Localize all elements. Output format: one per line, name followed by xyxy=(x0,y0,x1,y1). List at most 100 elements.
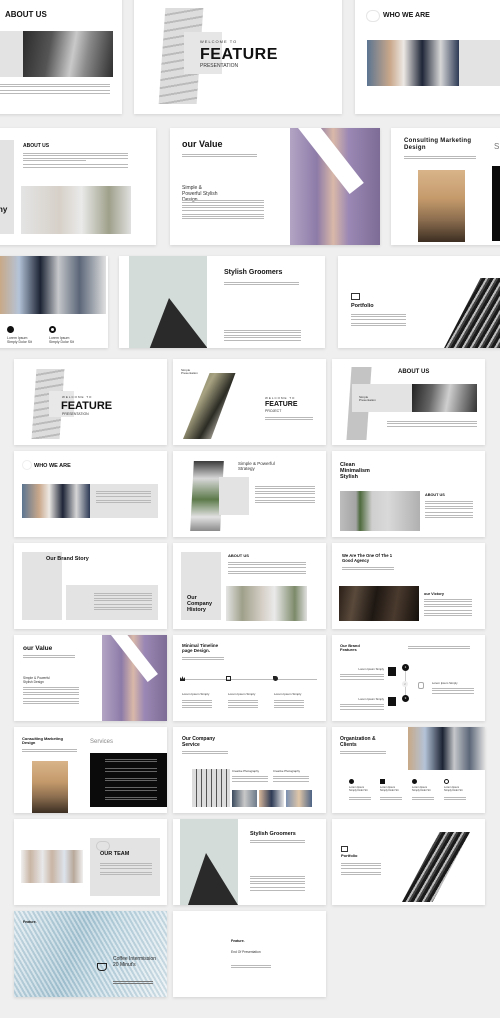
timeline-item-text xyxy=(228,700,258,710)
timeline-item-title: Lorem Ipsum Simply xyxy=(228,692,256,696)
slide-end-of-presentation[interactable]: Feature. End Of Presentation xyxy=(173,911,326,997)
timeline-item-title: Lorem Ipsum Simply xyxy=(182,692,210,696)
slide-title: Our Brand Features xyxy=(340,643,360,653)
slide-organization-clients[interactable]: Organization & Clients Lorem Ipsum Simpl… xyxy=(332,727,485,813)
fan-icon xyxy=(349,779,354,784)
service-title: Creative Photography xyxy=(232,769,260,773)
crown-icon xyxy=(180,676,185,681)
slide-title: Our Company History xyxy=(187,595,213,614)
slide-our-team[interactable]: OUR TEAM xyxy=(14,819,167,905)
brand-label: Feature. xyxy=(231,939,245,943)
slide-brand-story[interactable]: Our Brand Story xyxy=(14,543,167,629)
slide-consulting-marketing[interactable]: Consulting Marketing Design S xyxy=(391,128,500,245)
slide-about-us-company[interactable]: ny ABOUT US xyxy=(0,128,156,245)
slide-subtitle: ABOUT US xyxy=(228,553,249,558)
slide-feature-welcome-top[interactable]: WELCOME TO FEATURE PRESENTATION xyxy=(134,0,342,114)
template-preview-canvas: ABOUT US WELCOME TO FEATURE PRESENTATION… xyxy=(0,0,500,1018)
business-meeting-photo xyxy=(408,727,485,770)
gray-panel xyxy=(0,140,14,234)
slide-clean-minimalism[interactable]: Clean Minimalism Stylish ABOUT US xyxy=(332,451,485,537)
skyscraper-photo xyxy=(129,256,207,348)
slide-portfolio-top[interactable]: Portfolio xyxy=(338,256,500,348)
tag-label: Simple Presentation xyxy=(181,368,198,376)
project-label: PROJECT xyxy=(265,409,282,413)
cloud-icon xyxy=(96,841,110,851)
body-text xyxy=(224,330,301,342)
slide-about-us-top[interactable]: ABOUT US xyxy=(0,0,122,114)
slide-title: Our Brand Story xyxy=(46,556,89,562)
slide-portfolio[interactable]: Portfolio xyxy=(332,819,485,905)
end-title: End Of Presentation xyxy=(231,950,261,954)
slide-stylish-groomers-top[interactable]: Stylish Groomers xyxy=(119,256,325,348)
slide-title: Simple & Powerful Strategy xyxy=(238,461,275,472)
body-text xyxy=(231,965,271,970)
calendar-icon xyxy=(226,676,231,681)
meeting-photo xyxy=(22,484,90,518)
service-text xyxy=(273,776,309,783)
slide-title: Portfolio xyxy=(341,853,358,858)
timeline-line xyxy=(182,679,317,680)
woman-portrait-photo xyxy=(23,31,113,77)
slide-title: Minimal Timeline page Design. xyxy=(182,643,219,653)
slide-title: Stylish Groomers xyxy=(224,269,283,276)
client-label: Lorem Ipsum Simply Dolor Sit xyxy=(7,336,32,345)
step-badge: 3 xyxy=(402,695,409,702)
slide-our-value[interactable]: our Value Simple & Powerful Stylish Desi… xyxy=(170,128,380,245)
slide-who-we-are-top[interactable]: WHO WE ARE xyxy=(355,0,500,114)
slide-company-history[interactable]: Our Company History ABOUT US xyxy=(173,543,326,629)
intro-text xyxy=(224,282,299,287)
body-text xyxy=(341,863,381,877)
welcome-label: WELCOME TO xyxy=(265,396,296,400)
side-title-fragment: ny xyxy=(0,205,8,214)
slide-our-value-grid[interactable]: our Value Simple & Powerful Stylish Desi… xyxy=(14,635,167,721)
slide-coffee-intermission[interactable]: Feature. Coffee Intermission 20 Minut's xyxy=(14,911,167,997)
woman-portrait-photo xyxy=(412,384,477,412)
client-text xyxy=(380,797,402,802)
slide-simple-powerful-strategy[interactable]: Simple & Powerful Strategy xyxy=(173,451,326,537)
welcome-label: WELCOME TO xyxy=(62,395,93,399)
meeting-photo xyxy=(367,40,459,86)
slide-minimal-timeline[interactable]: Minimal Timeline page Design. Lorem Ipsu… xyxy=(173,635,326,721)
intro-text xyxy=(342,567,394,572)
welcome-label: WELCOME TO xyxy=(200,39,238,44)
slide-title: WHO WE ARE xyxy=(34,463,71,469)
feature-title: FEATURE xyxy=(200,46,278,63)
globe-icon xyxy=(444,779,449,784)
client-label: Lorem Ipsum Simply Dolor Sit xyxy=(444,786,463,792)
slide-feature-presentation[interactable]: WELCOME TO FEATURE PRESENTATION xyxy=(14,359,167,445)
body-text xyxy=(23,153,128,169)
slide-company-service[interactable]: Our Company Service Creative Photography… xyxy=(173,727,326,813)
lamp-plant-photo xyxy=(340,491,420,531)
body-text xyxy=(228,562,306,576)
client-label: Lorem Ipsum Simply Dolor Sit xyxy=(380,786,399,792)
slide-clients[interactable]: Lorem Ipsum Simply Dolor Sit Lorem Ipsum… xyxy=(0,256,108,348)
services-dark-panel xyxy=(492,166,500,241)
slide-brand-features[interactable]: Our Brand Features Lorem Ipsum Simply 1 … xyxy=(332,635,485,721)
slide-about-us-presentation[interactable]: Simple Presentation ABOUT US xyxy=(332,359,485,445)
service-text xyxy=(232,776,268,783)
body-text xyxy=(255,486,315,504)
body-text xyxy=(265,417,313,422)
building-icon xyxy=(388,697,396,706)
intro-text xyxy=(182,154,257,159)
slide-who-we-are[interactable]: WHO WE ARE xyxy=(14,451,167,537)
slide-consulting-services[interactable]: Consulting Marketing Design Services xyxy=(14,727,167,813)
slide-stylish-groomers[interactable]: Stylish Groomers xyxy=(173,819,326,905)
coffee-cup-icon xyxy=(97,963,107,971)
intro-text xyxy=(23,655,75,660)
slide-title: Consulting Marketing Design xyxy=(404,138,472,151)
image-icon xyxy=(341,846,348,852)
body-text xyxy=(425,501,473,519)
slide-feature-project[interactable]: Simple Presentation WELCOME TO FEATURE P… xyxy=(173,359,326,445)
presentation-label: PRESENTATION xyxy=(62,412,89,416)
slide-title: ABOUT US xyxy=(23,143,50,149)
interior-plants-photo xyxy=(226,586,307,621)
team-photo-1 xyxy=(232,790,257,807)
office-interior-photo xyxy=(192,769,230,807)
brand-label: Feature. xyxy=(23,920,37,924)
building-shape xyxy=(188,853,238,905)
body-text xyxy=(0,84,110,95)
bw-architecture-photo xyxy=(442,278,500,348)
slide-good-agency[interactable]: We Are The One Of The 1 Good Agency our … xyxy=(332,543,485,629)
dried-flower-vase-photo xyxy=(32,761,68,813)
